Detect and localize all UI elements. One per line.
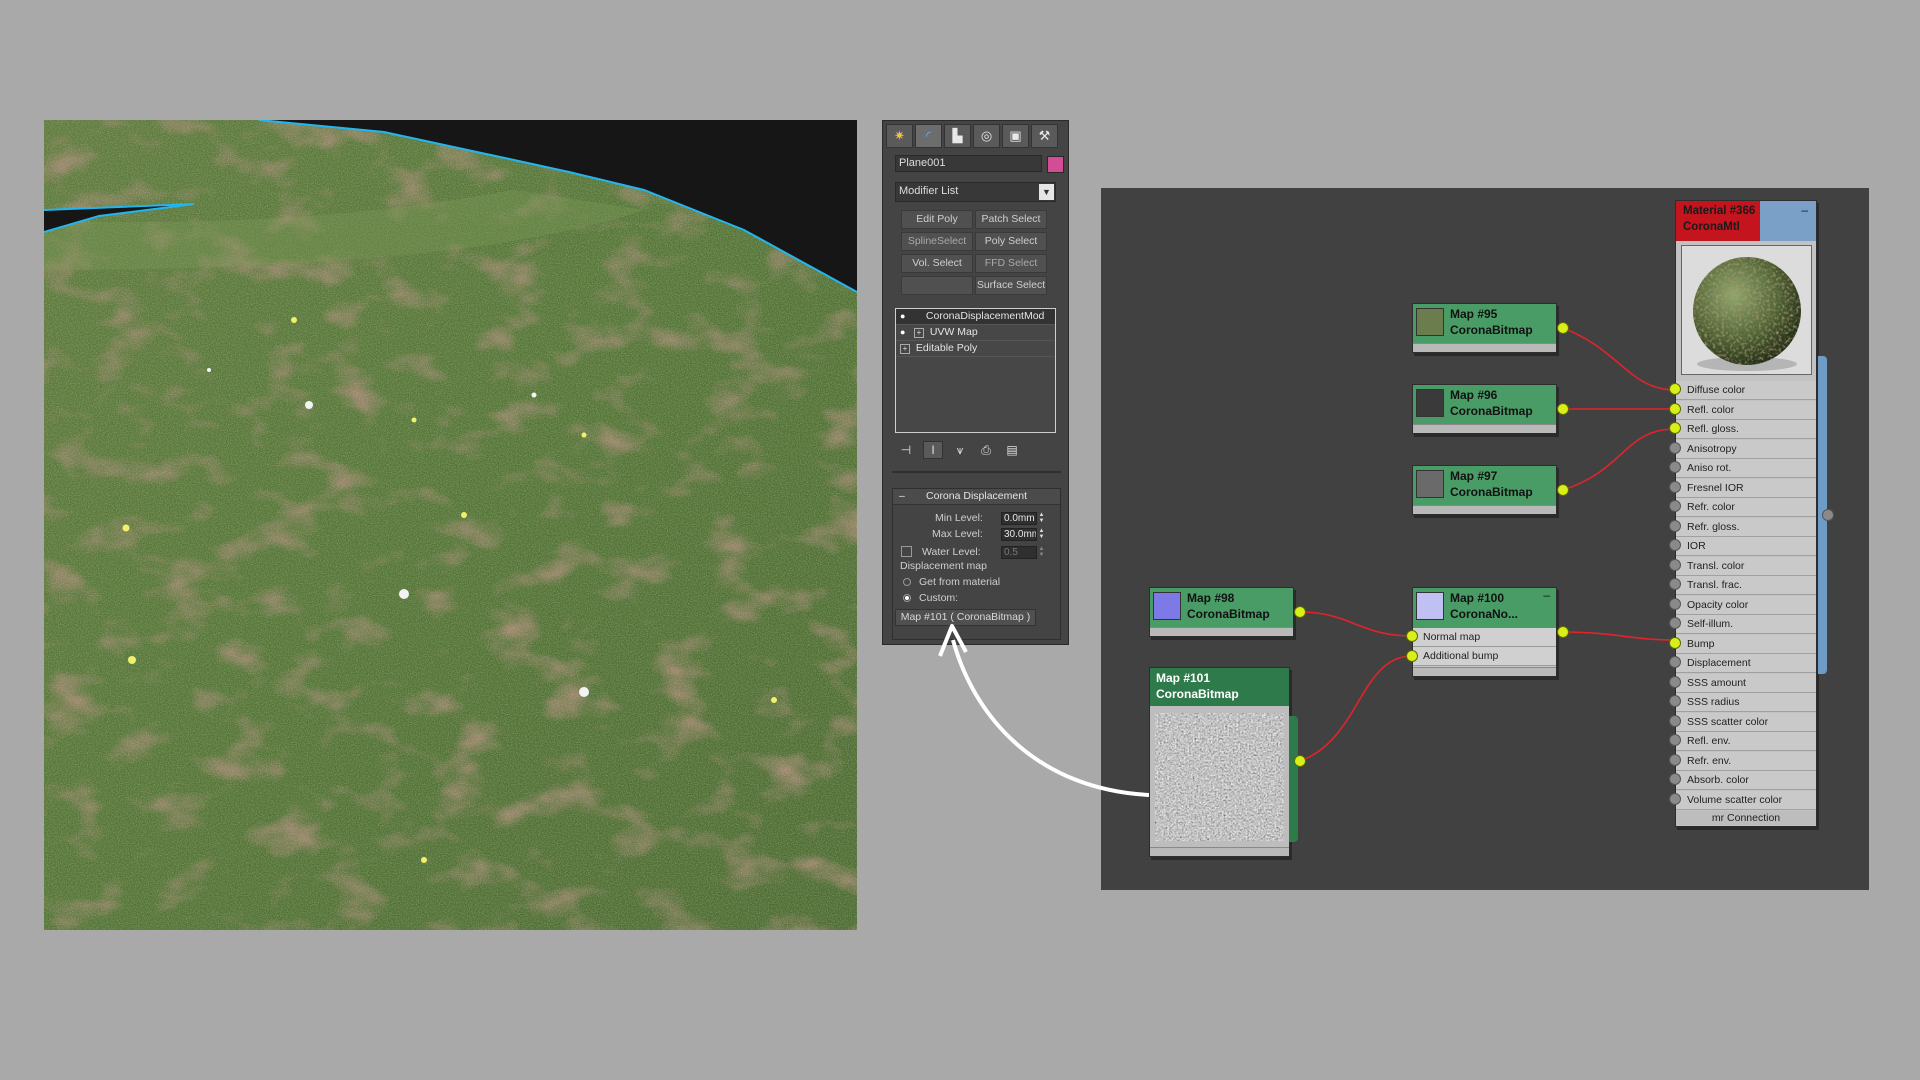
material-slot[interactable]: SSS scatter color bbox=[1676, 712, 1816, 732]
output-socket[interactable] bbox=[1294, 606, 1306, 618]
input-socket[interactable] bbox=[1669, 402, 1681, 415]
input-socket[interactable] bbox=[1669, 597, 1681, 610]
additional-bump-slot[interactable]: Additional bump bbox=[1413, 647, 1556, 666]
input-socket[interactable] bbox=[1406, 650, 1418, 662]
input-socket[interactable] bbox=[1669, 480, 1681, 493]
wire-map95-diffuse bbox=[1562, 327, 1676, 391]
material-slot[interactable]: Opacity color bbox=[1676, 595, 1816, 615]
input-socket[interactable] bbox=[1669, 714, 1681, 727]
material-slot[interactable]: Aniso rot. bbox=[1676, 459, 1816, 478]
node-map96[interactable]: Map #96 CoronaBitmap bbox=[1412, 384, 1557, 434]
input-socket[interactable] bbox=[1669, 558, 1681, 571]
node-map100[interactable]: Map #100 CoronaNo... – Normal map Additi… bbox=[1412, 587, 1557, 677]
node-subtitle: CoronaBitmap bbox=[1450, 485, 1533, 499]
input-socket[interactable] bbox=[1669, 578, 1681, 590]
node-map98[interactable]: Map #98 CoronaBitmap bbox=[1149, 587, 1294, 637]
output-socket[interactable] bbox=[1557, 322, 1569, 334]
map-thumbnail bbox=[1416, 470, 1444, 498]
output-socket[interactable] bbox=[1557, 403, 1569, 415]
material-slot[interactable]: Refr. gloss. bbox=[1676, 517, 1816, 537]
node-title: Map #95 bbox=[1450, 307, 1498, 321]
material-slot[interactable]: Refl. gloss. bbox=[1676, 420, 1816, 439]
material-output-socket[interactable] bbox=[1822, 509, 1834, 521]
wire-map98-normal bbox=[1299, 611, 1413, 637]
node-subtitle: CoronaBitmap bbox=[1450, 323, 1533, 337]
node-title: Map #96 bbox=[1450, 388, 1498, 402]
node-subtitle: CoronaBitmap bbox=[1450, 404, 1533, 418]
sphere-preview bbox=[1682, 246, 1811, 374]
input-socket[interactable] bbox=[1669, 656, 1681, 668]
wire-map97-refl-gloss bbox=[1562, 428, 1676, 491]
node-title: Map #98 bbox=[1187, 591, 1235, 605]
minimize-icon[interactable]: – bbox=[1543, 588, 1550, 602]
node-wires-layer bbox=[938, 327, 1676, 797]
input-socket[interactable] bbox=[1669, 695, 1681, 707]
material-slot[interactable]: Refl. color bbox=[1676, 400, 1816, 420]
mr-connection-label[interactable]: mr Connection bbox=[1676, 811, 1816, 825]
input-socket[interactable] bbox=[1669, 734, 1681, 746]
input-socket[interactable] bbox=[1669, 773, 1681, 785]
input-socket[interactable] bbox=[1669, 383, 1681, 395]
material-slot[interactable]: Transl. color bbox=[1676, 556, 1816, 576]
output-socket[interactable] bbox=[1557, 626, 1569, 638]
input-socket[interactable] bbox=[1669, 792, 1681, 805]
input-socket[interactable] bbox=[1669, 675, 1681, 688]
node-title: Map #100 bbox=[1450, 591, 1505, 605]
map-thumbnail bbox=[1153, 592, 1181, 620]
input-socket[interactable] bbox=[1406, 630, 1418, 642]
material-slot[interactable]: Refl. env. bbox=[1676, 732, 1816, 751]
material-slot[interactable]: Refr. color bbox=[1676, 498, 1816, 517]
map-thumbnail bbox=[1416, 389, 1444, 417]
wire-map101-add-bump bbox=[1299, 655, 1413, 762]
node-title: Map #97 bbox=[1450, 469, 1498, 483]
material-slot[interactable]: Bump bbox=[1676, 634, 1816, 654]
node-material[interactable]: Material #366 CoronaMtl – Diffuse color … bbox=[1675, 200, 1817, 827]
input-socket[interactable] bbox=[1669, 461, 1681, 473]
output-socket[interactable] bbox=[1294, 755, 1306, 767]
material-title: Material #366 bbox=[1683, 205, 1756, 217]
input-socket[interactable] bbox=[1669, 617, 1681, 629]
displacement-map-preview bbox=[1155, 713, 1284, 841]
material-slot[interactable]: Volume scatter color bbox=[1676, 790, 1816, 810]
material-slot[interactable]: Diffuse color bbox=[1676, 381, 1816, 400]
material-slot[interactable]: Refr. env. bbox=[1676, 751, 1816, 771]
material-slot[interactable]: Fresnel IOR bbox=[1676, 478, 1816, 498]
material-slot[interactable]: Absorb. color bbox=[1676, 771, 1816, 790]
node-subtitle: CoronaBitmap bbox=[1156, 687, 1239, 701]
node-map95[interactable]: Map #95 CoronaBitmap bbox=[1412, 303, 1557, 353]
input-socket[interactable] bbox=[1669, 539, 1681, 551]
annotation-arrow bbox=[951, 639, 1151, 797]
material-slot[interactable]: SSS radius bbox=[1676, 693, 1816, 712]
input-socket[interactable] bbox=[1669, 500, 1681, 512]
node-title: Map #101 bbox=[1156, 671, 1211, 685]
material-slot[interactable]: Transl. frac. bbox=[1676, 576, 1816, 595]
input-socket[interactable] bbox=[1669, 636, 1681, 649]
node-subtitle: CoronaNo... bbox=[1450, 607, 1518, 621]
material-preview bbox=[1681, 245, 1812, 375]
input-socket[interactable] bbox=[1669, 753, 1681, 766]
input-socket[interactable] bbox=[1669, 441, 1681, 454]
input-socket[interactable] bbox=[1669, 422, 1681, 434]
material-slot[interactable]: SSS amount bbox=[1676, 673, 1816, 693]
output-socket[interactable] bbox=[1557, 484, 1569, 496]
normal-map-slot[interactable]: Normal map bbox=[1413, 628, 1556, 647]
material-slot[interactable]: Self-illum. bbox=[1676, 615, 1816, 634]
map-thumbnail bbox=[1416, 592, 1444, 620]
minimize-icon[interactable]: – bbox=[1801, 203, 1808, 217]
material-slot[interactable]: Anisotropy bbox=[1676, 439, 1816, 459]
node-map97[interactable]: Map #97 CoronaBitmap bbox=[1412, 465, 1557, 515]
material-slot[interactable]: Displacement bbox=[1676, 654, 1816, 673]
node-map101[interactable]: Map #101 CoronaBitmap bbox=[1149, 667, 1298, 857]
map-thumbnail bbox=[1416, 308, 1444, 336]
input-socket[interactable] bbox=[1669, 519, 1681, 532]
material-slot[interactable]: IOR bbox=[1676, 537, 1816, 556]
node-subtitle: CoronaBitmap bbox=[1187, 607, 1270, 621]
wire-map100-bump bbox=[1562, 631, 1676, 641]
material-subtitle: CoronaMtl bbox=[1683, 221, 1740, 233]
